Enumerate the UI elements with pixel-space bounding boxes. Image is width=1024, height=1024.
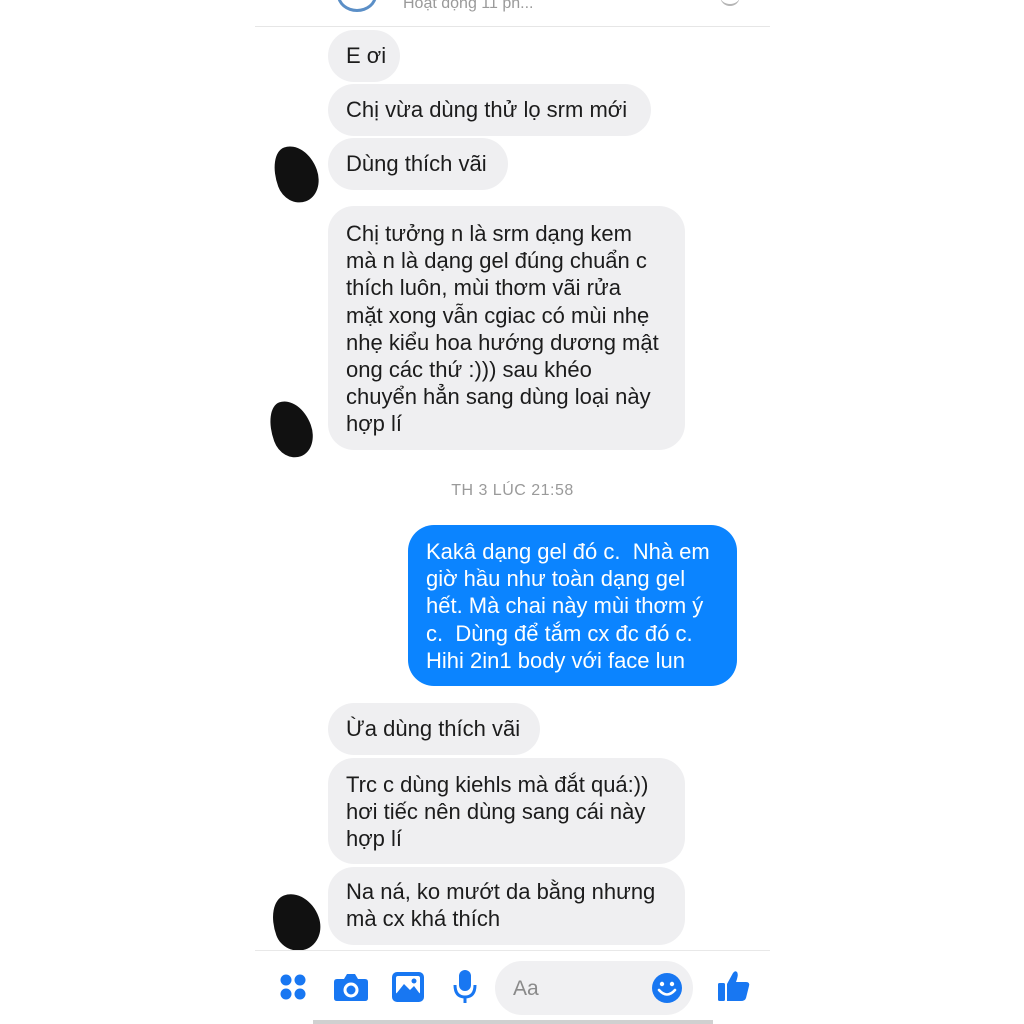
like-icon[interactable] — [717, 969, 751, 1003]
camera-icon[interactable] — [333, 971, 369, 1003]
message-text: Trc c dùng kiehls mà đắt quá:)) hơi tiếc… — [346, 772, 649, 852]
image-icon[interactable] — [391, 971, 425, 1003]
message-bubble-incoming[interactable]: Trc c dùng kiehls mà đắt quá:)) hơi tiếc… — [328, 758, 685, 864]
emoji-icon[interactable] — [651, 972, 683, 1004]
contact-avatar[interactable] — [337, 0, 377, 12]
message-text: Na ná, ko mướt da bằng nhưng mà cx khá t… — [346, 879, 656, 932]
message-text: Chị tưởng n là srm dạng kem mà n là dạng… — [346, 221, 659, 437]
redacted-avatar — [262, 394, 320, 464]
message-text: Dùng thích vãi — [346, 151, 487, 176]
message-input-placeholder: Aa — [513, 977, 539, 1000]
message-text: Ừa dùng thích vãi — [346, 716, 521, 741]
message-bubble-incoming[interactable]: Na ná, ko mướt da bằng nhưng mà cx khá t… — [328, 867, 685, 945]
contact-status: Hoạt động 11 ph... — [403, 0, 534, 12]
message-text: Kakâ dạng gel đó c. Nhà em giờ hầu như t… — [426, 539, 710, 673]
message-bubble-incoming[interactable]: Chị tưởng n là srm dạng kem mà n là dạng… — [328, 206, 685, 450]
apps-icon[interactable] — [279, 973, 307, 1001]
message-toolbar: Aa — [255, 950, 770, 1024]
message-bubble-incoming[interactable]: E ơi — [328, 30, 400, 82]
microphone-icon[interactable] — [453, 969, 477, 1005]
message-text: Chị vừa dùng thử lọ srm mới — [346, 97, 628, 122]
call-icon[interactable] — [720, 0, 740, 6]
timestamp: TH 3 LÚC 21:58 — [451, 482, 574, 499]
message-bubble-incoming[interactable]: Chị vừa dùng thử lọ srm mới — [328, 84, 651, 136]
home-indicator — [313, 1020, 713, 1024]
redacted-avatar — [264, 886, 328, 958]
chat-header: Hoạt động 11 ph... — [255, 0, 770, 27]
message-text: E ơi — [346, 43, 387, 68]
redacted-avatar — [266, 139, 326, 209]
message-bubble-outgoing[interactable]: Kakâ dạng gel đó c. Nhà em giờ hầu như t… — [408, 525, 737, 686]
chat-screen: Hoạt động 11 ph... E ơi Chị vừa dùng thử… — [255, 0, 770, 1024]
message-bubble-incoming[interactable]: Ừa dùng thích vãi — [328, 703, 540, 755]
message-bubble-incoming[interactable]: Dùng thích vãi — [328, 138, 508, 190]
